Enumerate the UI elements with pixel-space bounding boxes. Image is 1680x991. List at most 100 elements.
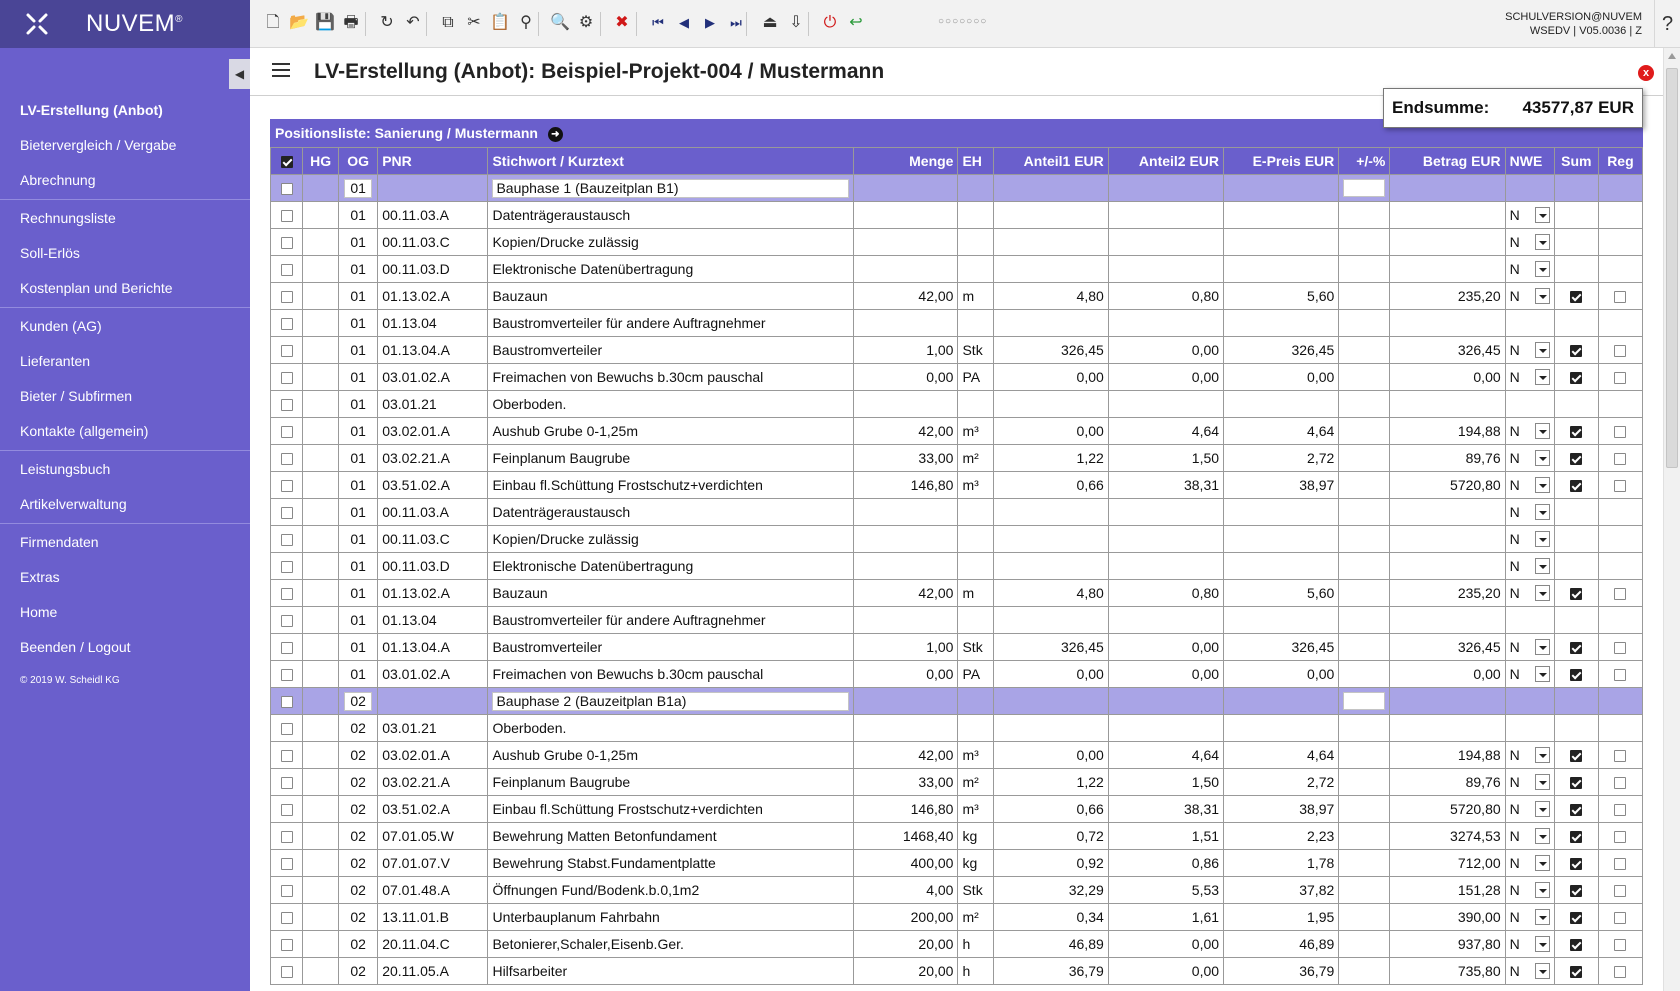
undo-icon[interactable]: ↶ [403,13,423,33]
column-header-eh[interactable]: EH [957,147,994,175]
row-checkbox[interactable] [280,372,293,385]
sidebar-item-firmendaten[interactable]: Firmendaten [0,525,250,560]
first-icon[interactable]: ⏮ [648,13,668,33]
row-select-cell[interactable] [269,714,304,742]
table-row[interactable]: 01 00.11.03.D Elektronische Datenübertragu… [269,552,1644,580]
table-row[interactable]: 01 01.13.04 Baustromverteiler für andere A… [269,606,1644,634]
pagination-dots[interactable]: ○○○○○○○ [938,16,987,27]
dropdown-arrow-icon[interactable] [1534,423,1550,439]
row-select-cell[interactable] [269,417,304,445]
row-checkbox[interactable] [280,264,293,277]
sum-checkbox[interactable] [1570,642,1583,655]
table-row[interactable]: 01 03.02.01.A Aushub Grube 0-1,25m 42,00 m³ 0… [269,417,1644,445]
nwe-select[interactable]: N [1510,477,1550,493]
back-icon[interactable]: ↩ [846,13,866,33]
dropdown-arrow-icon[interactable] [1534,504,1550,520]
nwe-select[interactable]: N [1510,855,1550,871]
row-checkbox[interactable] [280,642,293,655]
row-select-cell[interactable] [269,822,304,850]
sum-checkbox[interactable] [1570,966,1583,979]
sidebar-item-lv-erstellung-anbot[interactable]: LV-Erstellung (Anbot) [0,93,250,128]
row-checkbox[interactable] [280,453,293,466]
sidebar-item-bieter-subfirmen[interactable]: Bieter / Subfirmen [0,379,250,414]
table-row[interactable]: 02 03.51.02.A Einbau fl.Schüttung Frostsch… [269,795,1644,823]
dropdown-arrow-icon[interactable] [1534,342,1550,358]
expand-icon[interactable]: ⇩ [786,13,806,33]
next-icon[interactable]: ▶ [700,13,720,33]
dropdown-arrow-icon[interactable] [1534,963,1550,979]
nwe-select[interactable]: N [1510,828,1550,844]
sidebar-item-kostenplan-und-berichte[interactable]: Kostenplan und Berichte [0,271,250,306]
og-input[interactable]: 01 [344,178,373,198]
sum-checkbox[interactable] [1570,291,1583,304]
table-row[interactable]: 01 03.01.02.A Freimachen von Bewuchs b.30c… [269,660,1644,688]
row-select-cell[interactable] [269,525,304,553]
nwe-select[interactable]: N [1510,531,1550,547]
open-folder-icon[interactable]: 📂 [289,13,309,33]
reg-checkbox[interactable] [1614,831,1627,844]
dropdown-arrow-icon[interactable] [1534,288,1550,304]
column-header-text[interactable]: Stichwort / Kurztext [487,147,855,175]
row-select-cell[interactable] [269,687,304,715]
row-select-cell[interactable] [269,201,304,229]
cut-icon[interactable]: ✂ [464,13,484,33]
dropdown-arrow-icon[interactable] [1534,234,1550,250]
column-header-sum[interactable]: Sum [1553,147,1599,175]
row-checkbox[interactable] [280,804,293,817]
refresh-icon[interactable]: ↻ [377,13,397,33]
row-select-cell[interactable] [269,660,304,688]
nwe-select[interactable]: N [1510,774,1550,790]
table-row[interactable]: 01 00.11.03.C Kopien/Drucke zulässig N [269,228,1644,256]
column-header-pnr[interactable]: PNR [377,147,489,175]
dropdown-arrow-icon[interactable] [1534,936,1550,952]
dropdown-arrow-icon[interactable] [1534,369,1550,385]
nwe-select[interactable]: N [1510,747,1550,763]
table-row[interactable]: 02 03.02.21.A Feinplanum Baugrube 33,00 m² 1,… [269,768,1644,796]
help-button[interactable]: ? [1654,0,1680,48]
table-row[interactable]: 02 13.11.01.B Unterbauplanum Fahrbahn 200,0… [269,903,1644,931]
row-checkbox[interactable] [280,426,293,439]
reg-checkbox[interactable] [1614,777,1627,790]
nwe-select[interactable]: N [1510,423,1550,439]
row-checkbox[interactable] [280,318,293,331]
table-row[interactable]: 01 01.13.04.A Baustromverteiler 1,00 Stk 326,… [269,336,1644,364]
row-checkbox[interactable] [280,912,293,925]
dropdown-arrow-icon[interactable] [1534,585,1550,601]
row-select-cell[interactable] [269,795,304,823]
dropdown-arrow-icon[interactable] [1534,828,1550,844]
column-header-reg[interactable]: Reg [1597,147,1644,175]
sum-checkbox[interactable] [1570,858,1583,871]
row-select-cell[interactable] [269,309,304,337]
row-select-cell[interactable] [269,336,304,364]
row-select-cell[interactable] [269,876,304,904]
sum-checkbox[interactable] [1570,804,1583,817]
column-header-betrag[interactable]: Betrag EUR [1389,147,1506,175]
row-select-cell[interactable] [269,255,304,283]
table-row[interactable]: 01 03.02.21.A Feinplanum Baugrube 33,00 m² 1,… [269,444,1644,472]
sidebar-item-lieferanten[interactable]: Lieferanten [0,344,250,379]
table-row[interactable]: 01 03.01.21 Oberboden. [269,390,1644,418]
group-title-input[interactable]: Bauphase 1 (Bauzeitplan B1) [492,178,850,198]
power-icon[interactable]: ⏻ [820,13,840,33]
sidebar-item-leistungsbuch[interactable]: Leistungsbuch [0,452,250,487]
sum-checkbox[interactable] [1570,372,1583,385]
row-checkbox[interactable] [280,399,293,412]
row-checkbox[interactable] [280,480,293,493]
dropdown-arrow-icon[interactable] [1534,855,1550,871]
reg-checkbox[interactable] [1614,426,1627,439]
nwe-select[interactable]: N [1510,936,1550,952]
sum-checkbox[interactable] [1570,939,1583,952]
reg-checkbox[interactable] [1614,372,1627,385]
table-row[interactable]: 01 01.13.02.A Bauzaun 42,00 m 4,80 0,80 5,60 235… [269,282,1644,310]
dropdown-arrow-icon[interactable] [1534,477,1550,493]
row-select-cell[interactable] [269,174,304,202]
row-checkbox[interactable] [280,210,293,223]
row-select-cell[interactable] [269,903,304,931]
row-checkbox[interactable] [280,858,293,871]
nwe-select[interactable]: N [1510,558,1550,574]
nwe-select[interactable]: N [1510,369,1550,385]
reg-checkbox[interactable] [1614,588,1627,601]
scrollbar[interactable] [1663,48,1680,991]
row-checkbox[interactable] [280,291,293,304]
row-select-cell[interactable] [269,471,304,499]
